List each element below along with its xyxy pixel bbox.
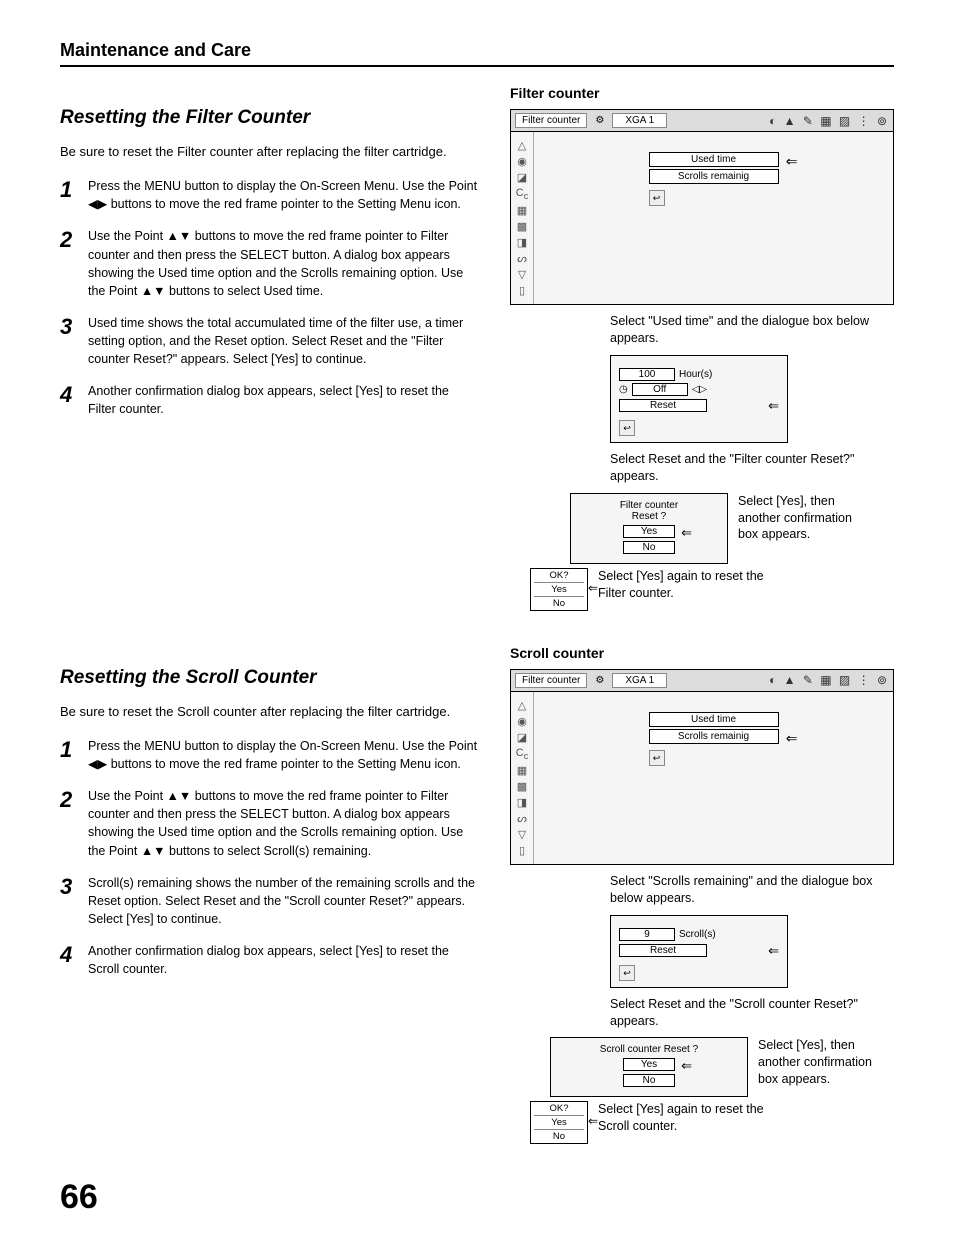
ok-label: OK? (534, 1103, 584, 1114)
filter-intro: Be sure to reset the Filter counter afte… (60, 143, 480, 161)
caption: Select Reset and the "Scroll counter Res… (610, 996, 894, 1030)
step-text: Press the MENU button to display the On-… (88, 177, 480, 213)
yes-option[interactable]: Yes⇐ (534, 1115, 584, 1128)
gear-icon: ⚙ (595, 115, 604, 126)
page-number: 66 (60, 1178, 894, 1217)
step-text: Used time shows the total accumulated ti… (88, 314, 480, 368)
filter-title: Resetting the Filter Counter (60, 107, 480, 129)
menu-used-time[interactable]: Used time ⇐ (649, 152, 779, 167)
reset-dialog: Filter counter Reset ? Yes⇐ No (570, 493, 728, 564)
reset-option[interactable]: Reset (619, 944, 707, 957)
return-icon: ↩ (649, 190, 665, 206)
step-text: Scroll(s) remaining shows the number of … (88, 874, 480, 928)
osd-label: Filter counter (515, 113, 587, 128)
scroll-unit: Scroll(s) (679, 929, 716, 940)
ok-dialog: OK? Yes⇐ No (530, 568, 588, 611)
step-number: 2 (60, 787, 88, 860)
ok-label: OK? (534, 570, 584, 581)
return-icon: ↩ (649, 750, 665, 766)
hours-unit: Hour(s) (679, 369, 712, 380)
scroll-title: Resetting the Scroll Counter (60, 667, 480, 689)
step-number: 4 (60, 382, 88, 418)
caption: Select Reset and the "Filter counter Res… (610, 451, 894, 485)
return-icon: ↩ (619, 420, 635, 436)
step-number: 2 (60, 227, 88, 300)
dialog-title: Scroll counter Reset ? (559, 1044, 739, 1055)
pointer-icon: ⇐ (681, 525, 692, 541)
yes-option[interactable]: Yes⇐ (534, 582, 584, 595)
reset-dialog: Scroll counter Reset ? Yes⇐ No (550, 1037, 748, 1097)
step-number: 4 (60, 942, 88, 978)
sub-osd: 9 Scroll(s) Reset ⇐ ↩ (610, 915, 788, 988)
dialog-title: Reset ? (579, 511, 719, 522)
return-icon: ↩ (619, 965, 635, 981)
menu-used-time[interactable]: Used time (649, 712, 779, 727)
scroll-osd-title: Scroll counter (510, 645, 894, 661)
pointer-icon: ⇐ (588, 1114, 598, 1128)
step-number: 1 (60, 177, 88, 213)
caption: Select "Used time" and the dialogue box … (610, 313, 894, 347)
caption: Select "Scrolls remaining" and the dialo… (610, 873, 894, 907)
section-header: Maintenance and Care (60, 40, 894, 67)
pointer-icon: ⇐ (768, 398, 779, 414)
caption: Select [Yes], then another confirmation … (758, 1037, 888, 1088)
osd-body: △◉◪Cc▦▩◨ᔕ▽▯ Used time ⇐ Scrolls remainig… (510, 132, 894, 305)
menu-scrolls-remaining[interactable]: Scrolls remainig (649, 169, 779, 184)
pointer-icon: ⇐ (768, 943, 779, 959)
sub-osd: 100 Hour(s) ◷ Off ◁▷ Reset ⇐ ↩ (610, 355, 788, 443)
step-number: 3 (60, 874, 88, 928)
no-option[interactable]: No (623, 541, 675, 554)
pointer-icon: ⇐ (588, 581, 598, 595)
yes-option[interactable]: Yes⇐ (623, 525, 675, 538)
scroll-intro: Be sure to reset the Scroll counter afte… (60, 703, 480, 721)
caption: Select [Yes] again to reset the Scroll c… (598, 1101, 788, 1135)
step-text: Use the Point ▲▼ buttons to move the red… (88, 227, 480, 300)
osd-mode: XGA 1 (612, 113, 667, 128)
gear-icon: ⚙ (595, 675, 604, 686)
hours-value: 100 (619, 368, 675, 381)
timer-icon: ◷ (619, 384, 628, 395)
caption: Select [Yes] again to reset the Filter c… (598, 568, 788, 602)
osd-label: Filter counter (515, 673, 587, 688)
reset-option[interactable]: Reset (619, 399, 707, 412)
osd-side-icons: △◉◪Cc▦▩◨ᔕ▽▯ (511, 132, 534, 304)
no-option[interactable]: No (623, 1074, 675, 1087)
step-text: Another confirmation dialog box appears,… (88, 382, 480, 418)
step-text: Press the MENU button to display the On-… (88, 737, 480, 773)
ok-dialog: OK? Yes⇐ No (530, 1101, 588, 1144)
osd-side-icons: △◉◪Cc▦▩◨ᔕ▽▯ (511, 692, 534, 864)
step-number: 3 (60, 314, 88, 368)
pointer-icon: ⇐ (681, 1058, 692, 1074)
filter-osd-title: Filter counter (510, 85, 894, 101)
step-number: 1 (60, 737, 88, 773)
osd-body: △◉◪Cc▦▩◨ᔕ▽▯ Used time Scrolls remainig ⇐… (510, 692, 894, 865)
osd-titlebar: Filter counter ⚙ XGA 1 ◐ ▲ ✎ ▦ ▨ ⋮ ⊚ (510, 669, 894, 692)
pointer-icon: ⇐ (786, 153, 798, 170)
osd-icon-strip: ◐ ▲ ✎ ▦ ▨ ⋮ ⊚ (769, 673, 889, 687)
no-option[interactable]: No (534, 1129, 584, 1142)
caption: Select [Yes], then another confirmation … (738, 493, 868, 544)
arrows-icon: ◁▷ (692, 384, 707, 395)
step-text: Use the Point ▲▼ buttons to move the red… (88, 787, 480, 860)
osd-mode: XGA 1 (612, 673, 667, 688)
step-text: Another confirmation dialog box appears,… (88, 942, 480, 978)
dialog-title: Filter counter (579, 500, 719, 511)
osd-icon-strip: ◐ ▲ ✎ ▦ ▨ ⋮ ⊚ (769, 114, 889, 128)
timer-value[interactable]: Off (632, 383, 688, 396)
yes-option[interactable]: Yes⇐ (623, 1058, 675, 1071)
menu-scrolls-remaining[interactable]: Scrolls remainig ⇐ (649, 729, 779, 744)
scroll-value: 9 (619, 928, 675, 941)
osd-titlebar: Filter counter ⚙ XGA 1 ◐ ▲ ✎ ▦ ▨ ⋮ ⊚ (510, 109, 894, 132)
pointer-icon: ⇐ (786, 730, 798, 747)
no-option[interactable]: No (534, 596, 584, 609)
